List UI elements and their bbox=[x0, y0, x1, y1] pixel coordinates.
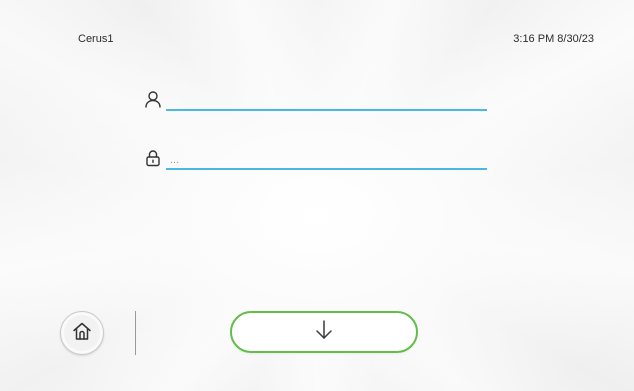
divider bbox=[135, 311, 136, 355]
lock-icon bbox=[144, 149, 162, 167]
clock: 3:16 PM 8/30/23 bbox=[513, 33, 594, 45]
arrow-down-icon bbox=[312, 318, 336, 347]
home-button[interactable] bbox=[60, 311, 104, 355]
submit-button[interactable] bbox=[230, 311, 418, 353]
home-icon bbox=[71, 320, 93, 347]
device-name: Cerus1 bbox=[78, 33, 114, 45]
password-field[interactable] bbox=[166, 152, 487, 170]
username-field[interactable] bbox=[166, 93, 487, 111]
user-icon bbox=[144, 90, 162, 108]
